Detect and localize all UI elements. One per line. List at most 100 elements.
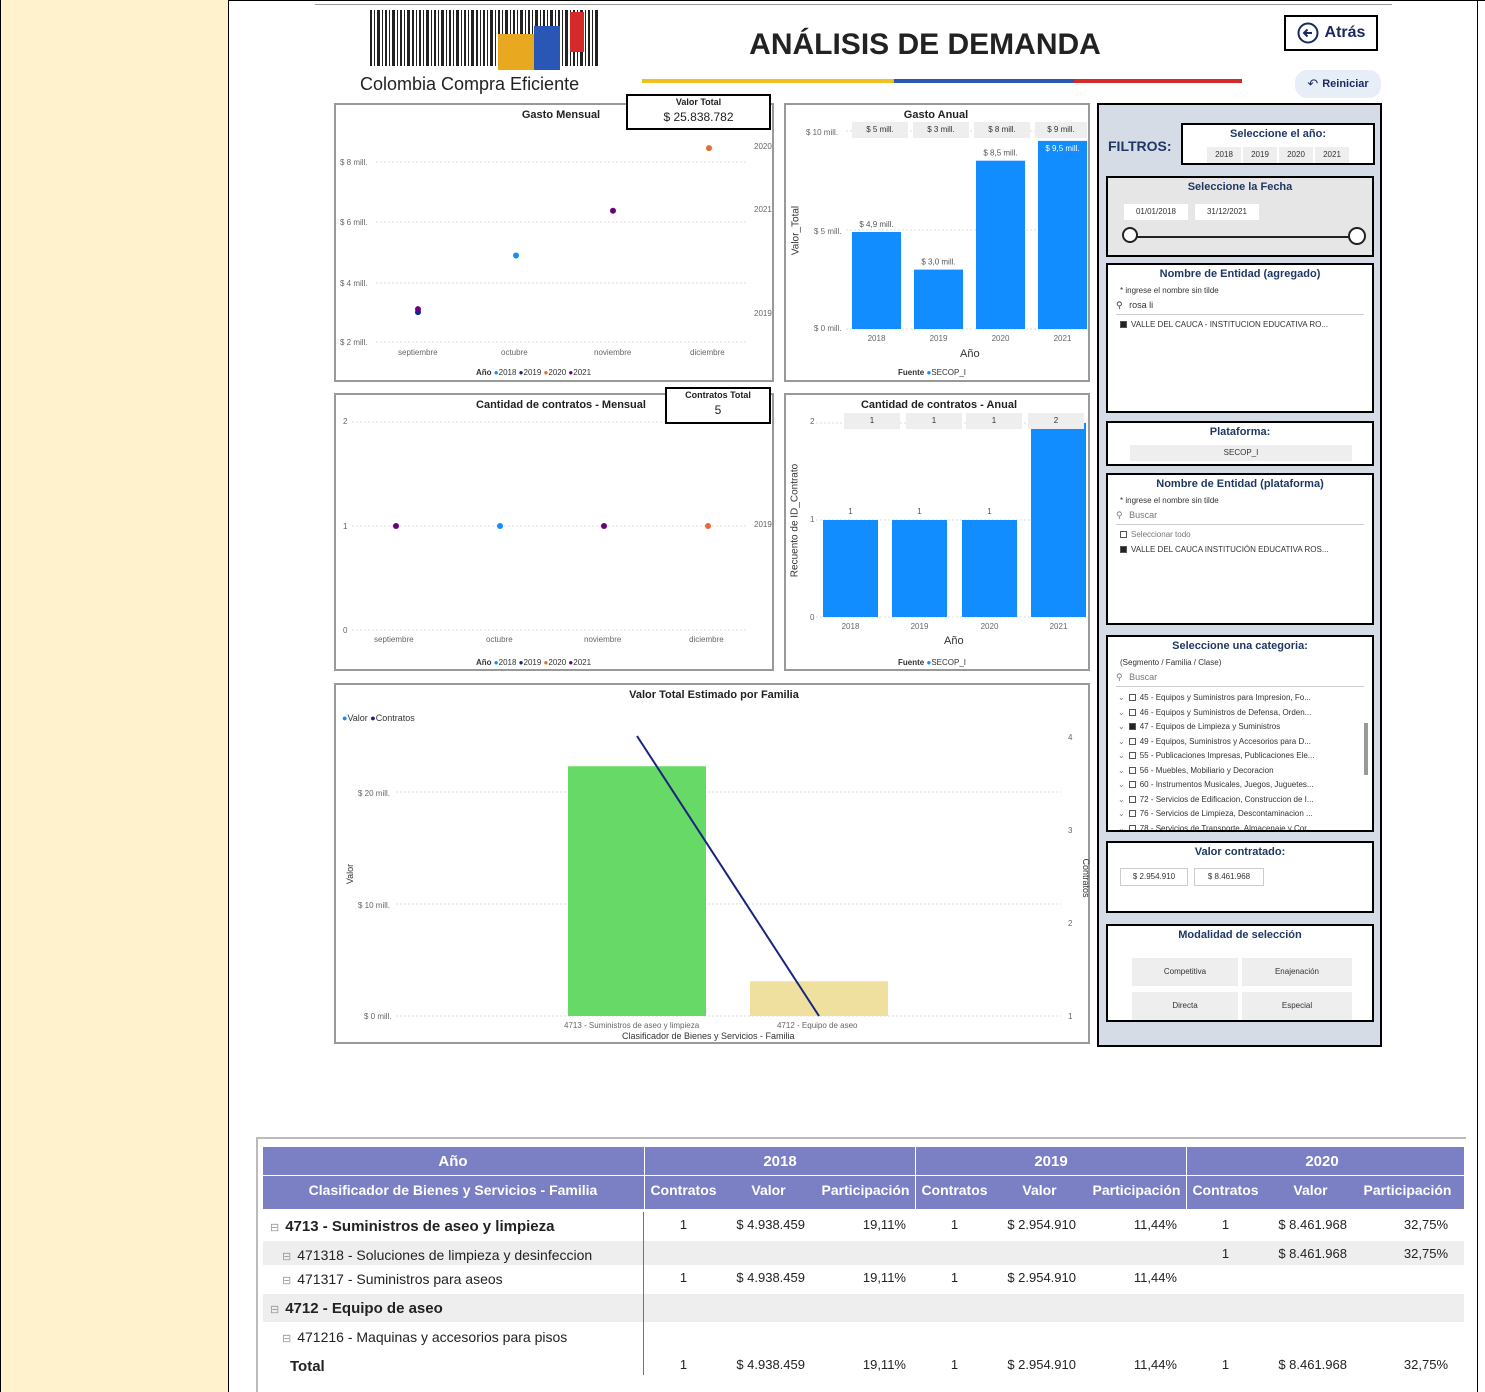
checkbox-checked[interactable] <box>1120 546 1127 554</box>
chevron-down-icon[interactable]: ⌄ <box>1118 751 1125 760</box>
category-item[interactable]: ⌄ 76 - Servicios de Limpieza, Descontamin… <box>1118 807 1364 822</box>
chevron-down-icon[interactable]: ⌄ <box>1118 780 1125 789</box>
table-row[interactable]: ⊟ 471317 - Suministros para aseos <box>282 1271 503 1287</box>
date-slider-end-handle[interactable] <box>1348 227 1366 245</box>
expand-icon[interactable]: ⊟ <box>282 1275 291 1287</box>
fam-y2tick: 2 <box>1068 919 1073 928</box>
table-row[interactable]: ⊟ 471216 - Maquinas y accesorios para pis… <box>282 1329 567 1345</box>
ca-xlabel: Año <box>944 635 964 647</box>
category-search[interactable]: ⚲ Buscar <box>1116 672 1364 687</box>
cm-ytick: 1 <box>343 522 348 531</box>
year-option-2020[interactable]: 2020 <box>1279 147 1313 163</box>
select-all-option[interactable]: Seleccionar todo <box>1120 530 1191 539</box>
table-row[interactable]: ⊟ 4713 - Suministros de aseo y limpieza <box>270 1218 555 1235</box>
category-item[interactable]: ⌄ 49 - Equipos, Suministros y Accesorios … <box>1118 735 1364 750</box>
chevron-down-icon[interactable]: ⌄ <box>1118 809 1125 818</box>
gm-legend-title: Año <box>476 368 492 377</box>
chevron-down-icon[interactable]: ⌄ <box>1118 708 1125 717</box>
cm-legend-item: 2020 <box>548 658 567 667</box>
modalidad-option-especial[interactable]: Especial <box>1242 992 1352 1020</box>
collapse-icon[interactable]: ⊟ <box>270 1304 279 1316</box>
table-cell: 11,44% <box>1133 1270 1177 1285</box>
year-option-2018[interactable]: 2018 <box>1207 147 1241 163</box>
category-list: ⌄ 45 - Equipos y Suministros para Impresi… <box>1118 691 1364 832</box>
year-filter: Seleccione el año: 2018 2019 2020 2021 <box>1181 123 1375 165</box>
entity-plat-search[interactable]: ⚲ Buscar <box>1116 510 1364 525</box>
checkbox[interactable] <box>1128 795 1136 803</box>
category-item[interactable]: ⌄ 47 - Equipos de Limpieza y Suministros <box>1118 720 1364 735</box>
checkbox[interactable] <box>1120 531 1127 539</box>
entity-agg-item[interactable]: VALLE DEL CAUCA - INSTITUCION EDUCATIVA … <box>1120 320 1328 329</box>
modalidad-option-competitiva[interactable]: Competitiva <box>1132 958 1238 986</box>
bar <box>976 160 1025 329</box>
entity-agg-hint: * ingrese el nombre sin tilde <box>1120 286 1219 295</box>
x-tick: 2020 <box>992 334 1010 343</box>
matrix-year-header: 2019 <box>1034 1153 1068 1170</box>
cm-legend-item: 2019 <box>523 658 542 667</box>
table-row-label: Total <box>290 1358 325 1375</box>
x-tick: 2019 <box>911 622 929 631</box>
checkbox[interactable] <box>1128 694 1136 702</box>
checkbox[interactable] <box>1128 810 1136 818</box>
expand-icon[interactable]: ⊟ <box>282 1333 291 1345</box>
contratos-total-label: Contratos Total <box>685 390 751 400</box>
category-item[interactable]: ⌄ 46 - Equipos y Suministros de Defensa, … <box>1118 706 1364 721</box>
year-option-2019[interactable]: 2019 <box>1243 147 1277 163</box>
bar <box>568 766 706 1016</box>
expand-icon[interactable]: ⊟ <box>282 1251 291 1263</box>
chevron-down-icon[interactable]: ⌄ <box>1118 795 1125 804</box>
cm-xtick: septiembre <box>374 635 414 644</box>
ga-ytick: $ 0 mill. <box>814 324 842 333</box>
gm-right-label: 2020 <box>754 142 772 151</box>
modalidad-filter: Modalidad de selección Competitiva Enaje… <box>1106 924 1374 1022</box>
platform-option[interactable]: SECOP_I <box>1130 445 1352 461</box>
entity-plat-item[interactable]: VALLE DEL CAUCA INSTITUCIÓN EDUCATIVA RO… <box>1120 545 1329 554</box>
chevron-down-icon[interactable]: ⌄ <box>1118 766 1125 775</box>
table-cell: 19,11% <box>862 1357 906 1372</box>
cm-ytick: 2 <box>343 417 348 426</box>
valor-to-input[interactable]: $ 8.461.968 <box>1194 868 1264 886</box>
checkbox-checked[interactable] <box>1120 321 1127 329</box>
fam-ytick: $ 20 mill. <box>358 789 391 798</box>
table-cell: 1 <box>679 1270 688 1285</box>
collapse-icon[interactable]: ⊟ <box>270 1222 279 1234</box>
checkbox[interactable] <box>1128 824 1136 830</box>
date-slider-start-handle[interactable] <box>1122 227 1138 243</box>
date-from-input[interactable]: 01/01/2018 <box>1124 204 1188 220</box>
chevron-down-icon[interactable]: ⌄ <box>1118 722 1125 731</box>
modalidad-option-enajenacion[interactable]: Enajenación <box>1242 958 1352 986</box>
entity-agg-search[interactable]: ⚲ rosa li <box>1116 300 1364 315</box>
category-item[interactable]: ⌄ 56 - Muebles, Mobiliario y Decoracion <box>1118 764 1364 779</box>
fam-ytick: $ 0 mill. <box>364 1012 392 1021</box>
modalidad-option-directa[interactable]: Directa <box>1132 992 1238 1020</box>
reset-button[interactable]: ↶ Reiniciar <box>1295 70 1381 98</box>
chevron-down-icon[interactable]: ⌄ <box>1118 737 1125 746</box>
checkbox[interactable] <box>1128 766 1136 774</box>
familia-plot <box>396 735 1061 1017</box>
category-item[interactable]: ⌄ 78 - Servicios de Transporte, Almacenaj… <box>1118 822 1364 832</box>
data-point <box>705 523 711 529</box>
gm-legend-item: 2019 <box>523 368 542 377</box>
table-row[interactable]: ⊟ 4712 - Equipo de aseo <box>270 1300 443 1317</box>
category-item[interactable]: ⌄ 60 - Instrumentos Musicales, Juegos, Ju… <box>1118 778 1364 793</box>
checkbox[interactable] <box>1128 752 1136 760</box>
checkbox[interactable] <box>1128 708 1136 716</box>
year-option-2021[interactable]: 2021 <box>1315 147 1349 163</box>
category-item[interactable]: ⌄ 72 - Servicios de Edificacion, Construc… <box>1118 793 1364 808</box>
chevron-down-icon[interactable]: ⌄ <box>1118 824 1125 831</box>
checkbox[interactable] <box>1128 781 1136 789</box>
category-item[interactable]: ⌄ 45 - Equipos y Suministros para Impresi… <box>1118 691 1364 706</box>
back-button[interactable]: Atrás <box>1284 15 1378 51</box>
checkbox[interactable] <box>1128 737 1136 745</box>
table-row[interactable]: ⊟ 471318 - Soluciones de limpieza y desin… <box>282 1247 592 1263</box>
chevron-down-icon[interactable]: ⌄ <box>1118 693 1125 702</box>
category-item-label: 78 - Servicios de Transporte, Almacenaje… <box>1139 823 1314 832</box>
table-row[interactable]: Total <box>290 1358 325 1375</box>
filters-label: FILTROS: <box>1108 138 1172 154</box>
matrix-year-label: Año <box>438 1153 468 1170</box>
valor-from-input[interactable]: $ 2.954.910 <box>1120 868 1188 886</box>
category-item[interactable]: ⌄ 55 - Publicaciones Impresas, Publicacio… <box>1118 749 1364 764</box>
date-to-input[interactable]: 31/12/2021 <box>1195 204 1259 220</box>
checkbox-checked[interactable] <box>1128 723 1136 731</box>
category-scrollbar[interactable] <box>1364 723 1368 775</box>
